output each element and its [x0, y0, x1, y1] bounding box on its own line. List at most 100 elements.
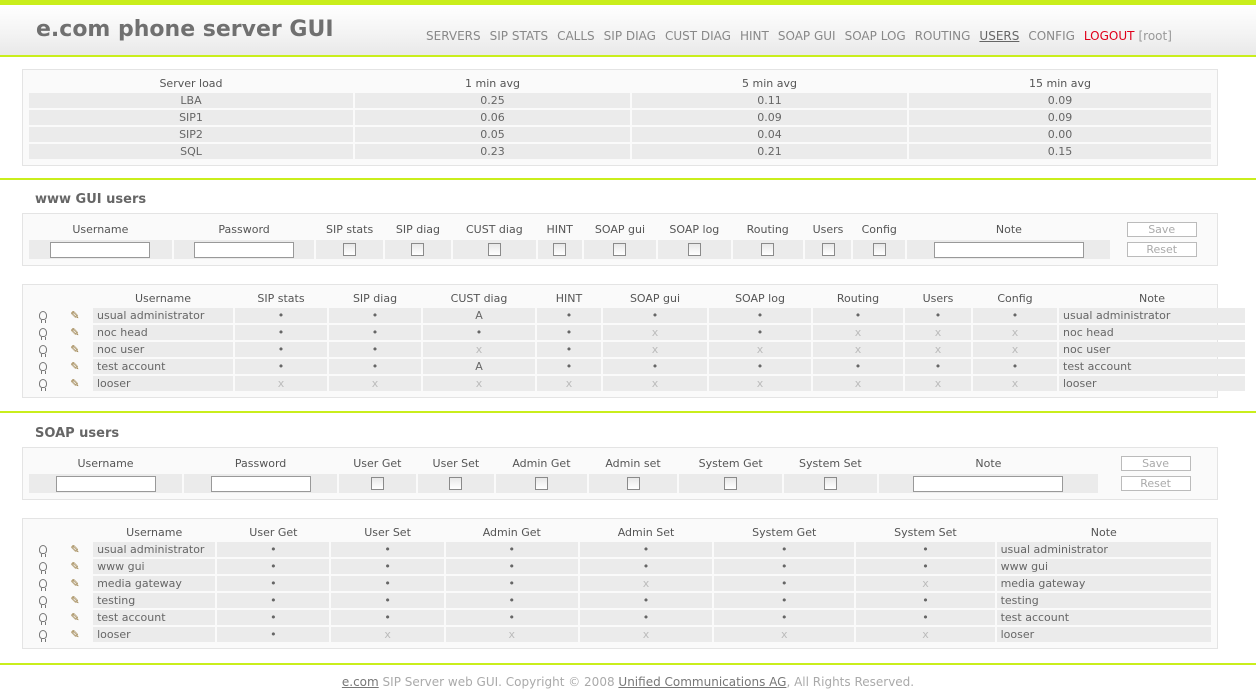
column-header: User Get — [249, 526, 298, 539]
book-edit-icon[interactable]: ✎ — [70, 343, 79, 356]
permission-cell: • — [813, 308, 903, 323]
permission-cell: • — [714, 559, 855, 574]
footer-link-ecom[interactable]: e.com — [342, 675, 379, 689]
bulb-icon[interactable] — [39, 344, 47, 357]
edit-cell: ✎ — [59, 593, 92, 608]
book-edit-icon[interactable]: ✎ — [70, 309, 79, 322]
form-header: SIP stats — [326, 222, 374, 236]
form-header: User Set — [432, 456, 480, 470]
reset-button[interactable]: Reset — [1126, 242, 1197, 257]
note-cell: looser — [996, 627, 1211, 642]
bulb-icon[interactable] — [39, 595, 48, 608]
column-header: SOAP gui — [629, 292, 681, 305]
system-get-checkbox[interactable] — [724, 477, 738, 491]
user-set-checkbox[interactable] — [449, 477, 463, 491]
book-edit-icon[interactable]: ✎ — [70, 628, 79, 641]
toggle-cell — [29, 542, 58, 557]
bulb-icon[interactable] — [39, 310, 47, 323]
password-input[interactable] — [210, 475, 311, 492]
form-cell — [29, 240, 172, 259]
nav-soap-log[interactable]: SOAP LOG — [845, 29, 906, 43]
book-edit-icon[interactable]: ✎ — [70, 577, 79, 590]
admin-get-checkbox[interactable] — [534, 477, 548, 491]
footer-link-company[interactable]: Unified Communications AG — [618, 675, 786, 689]
form-header: SOAP gui — [594, 222, 646, 236]
save-button[interactable]: Save — [1126, 221, 1197, 237]
note-cell: looser — [1059, 376, 1245, 391]
username-input[interactable] — [55, 475, 156, 492]
bulb-icon[interactable] — [39, 361, 47, 374]
users-checkbox[interactable] — [821, 243, 835, 257]
nav-sip-stats[interactable]: SIP STATS — [490, 29, 548, 43]
config-checkbox[interactable] — [872, 243, 886, 257]
nav-routing[interactable]: ROUTING — [915, 29, 971, 43]
permission-cell: • — [331, 576, 444, 591]
book-edit-icon[interactable]: ✎ — [70, 377, 79, 390]
bulb-icon[interactable] — [39, 378, 47, 391]
bulb-icon[interactable] — [39, 578, 48, 591]
form-cell — [173, 240, 315, 259]
save-button[interactable]: Save — [1120, 455, 1191, 471]
permission-cell: • — [331, 593, 444, 608]
form-header: SIP diag — [395, 222, 441, 236]
routing-checkbox[interactable] — [761, 243, 775, 257]
password-input[interactable] — [194, 241, 295, 258]
form-cell — [496, 474, 587, 493]
nav-users[interactable]: USERS — [979, 29, 1019, 43]
hint-checkbox[interactable] — [553, 243, 567, 257]
bulb-icon[interactable] — [39, 327, 47, 340]
note-input[interactable] — [913, 475, 1064, 492]
permission-cell: x — [579, 576, 713, 591]
nav-config[interactable]: CONFIG — [1028, 29, 1075, 43]
username-cell: media gateway — [93, 576, 216, 591]
logout-link[interactable]: LOGOUT — [1084, 29, 1135, 43]
soap-log-checkbox[interactable] — [687, 243, 701, 257]
bulb-icon[interactable] — [39, 561, 48, 574]
form-cell — [417, 474, 495, 493]
cust-diag-checkbox[interactable] — [487, 243, 501, 257]
permission-cell: • — [235, 359, 327, 374]
nav-sip-diag[interactable]: SIP DIAG — [604, 29, 656, 43]
nav-soap-gui[interactable]: SOAP GUI — [778, 29, 836, 43]
note-cell: testing — [996, 593, 1211, 608]
note-input[interactable] — [933, 241, 1084, 258]
permission-cell: • — [856, 593, 995, 608]
permission-cell: x — [813, 342, 903, 357]
book-edit-icon[interactable]: ✎ — [70, 594, 79, 607]
bulb-icon[interactable] — [39, 612, 48, 625]
book-edit-icon[interactable]: ✎ — [70, 543, 79, 556]
bulb-icon[interactable] — [39, 544, 48, 557]
book-edit-icon[interactable]: ✎ — [70, 611, 79, 624]
column-header: CUST diag — [450, 292, 508, 305]
sip-diag-checkbox[interactable] — [411, 243, 425, 257]
nav-servers[interactable]: SERVERS — [426, 29, 481, 43]
nav-cust-diag[interactable]: CUST DIAG — [665, 29, 731, 43]
permission-cell: • — [217, 559, 330, 574]
permission-cell: x — [856, 627, 995, 642]
nav-hint[interactable]: HINT — [740, 29, 769, 43]
soap-gui-checkbox[interactable] — [613, 243, 627, 257]
icon-column-header — [59, 291, 91, 306]
permission-cell: • — [856, 542, 995, 557]
book-edit-icon[interactable]: ✎ — [70, 326, 79, 339]
form-cell — [316, 240, 383, 259]
permission-cell: x — [423, 342, 535, 357]
username-input[interactable] — [50, 241, 151, 258]
system-set-checkbox[interactable] — [823, 477, 837, 491]
save-cell: Save — [1112, 220, 1211, 238]
column-header: Config — [997, 292, 1033, 305]
toggle-cell — [29, 342, 57, 357]
permission-cell: • — [709, 308, 811, 323]
sip-stats-checkbox[interactable] — [343, 243, 357, 257]
book-edit-icon[interactable]: ✎ — [70, 560, 79, 573]
reset-button[interactable]: Reset — [1120, 476, 1191, 491]
user-get-checkbox[interactable] — [370, 477, 384, 491]
column-header: SIP diag — [352, 292, 398, 305]
admin-set-checkbox[interactable] — [626, 477, 640, 491]
book-edit-icon[interactable]: ✎ — [70, 360, 79, 373]
edit-cell: ✎ — [59, 542, 92, 557]
nav-calls[interactable]: CALLS — [557, 29, 595, 43]
permission-cell: • — [714, 593, 855, 608]
bulb-icon[interactable] — [39, 629, 48, 642]
table-row: ✎ looser • x x x x x looser — [29, 627, 1211, 642]
